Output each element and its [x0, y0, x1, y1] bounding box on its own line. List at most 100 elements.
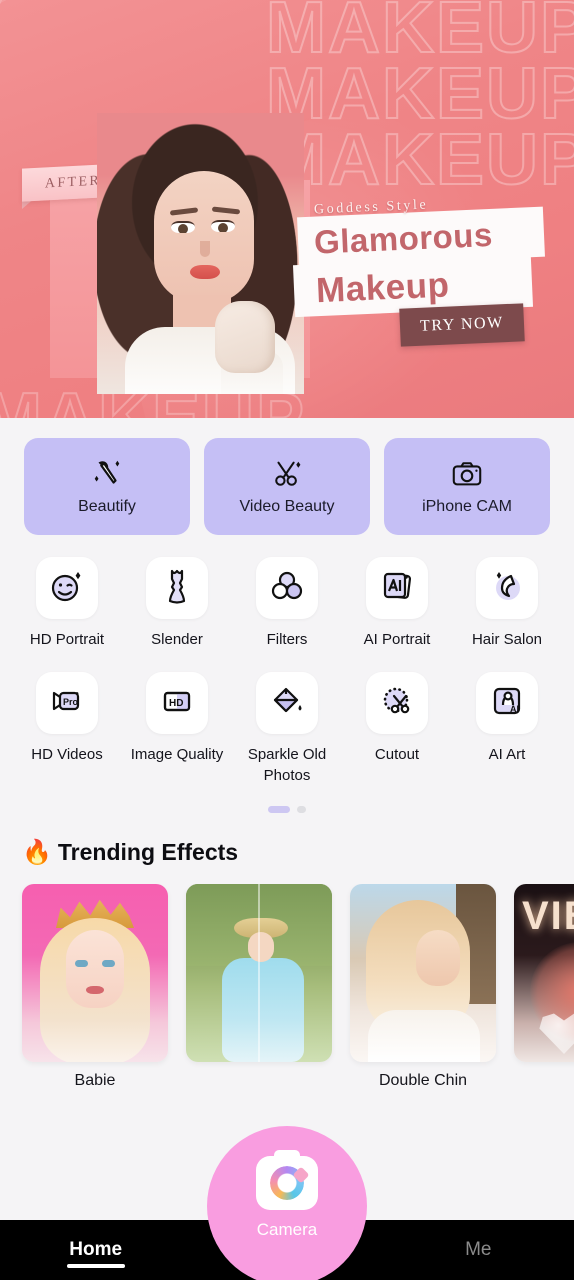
tool-ai-art[interactable]: AI AI Art: [452, 672, 562, 786]
pro-video-camera-icon: Pro: [47, 681, 87, 726]
model-face: [154, 171, 254, 303]
tool-tile[interactable]: [366, 672, 428, 734]
effect-card-babie[interactable]: Babie: [22, 884, 168, 1090]
dotted-scissors-icon: [377, 681, 417, 726]
hair-sparkle-icon: [487, 566, 527, 611]
tool-tile[interactable]: [36, 557, 98, 619]
tool-ai-portrait[interactable]: AI Portrait: [342, 557, 452, 650]
tool-tile[interactable]: [256, 557, 318, 619]
effect-label: Double Chin: [378, 1072, 468, 1089]
scissors-sparkle-icon: [268, 457, 306, 491]
tool-hair-salon[interactable]: Hair Salon: [452, 557, 562, 650]
camera-icon: [448, 457, 486, 491]
tool-cutout[interactable]: Cutout: [342, 672, 452, 786]
grid-page-indicator[interactable]: [0, 806, 574, 813]
tool-image-quality[interactable]: HD Image Quality: [122, 672, 232, 786]
tool-label: HD Portrait: [29, 631, 105, 648]
svg-text:AI: AI: [510, 704, 519, 714]
model-photo: [97, 113, 304, 394]
three-circles-icon: [267, 566, 307, 611]
svg-text:Pro: Pro: [63, 697, 79, 707]
tool-label: Hair Salon: [471, 631, 543, 648]
banner-watermark: MAKEUP: [265, 120, 574, 200]
lips-decor: [86, 986, 104, 994]
trending-effects-carousel[interactable]: Babie Double Chin VIB: [0, 884, 574, 1090]
hd-badge-icon: HD: [157, 681, 197, 726]
tool-label: HD Videos: [31, 746, 103, 763]
tool-tile[interactable]: AI: [476, 672, 538, 734]
effect-card-2[interactable]: [186, 884, 332, 1090]
tool-label: Sparkle Old Photos: [247, 746, 327, 784]
model-nose: [200, 241, 210, 257]
makeup-brush-icon: [88, 457, 126, 491]
tool-tile[interactable]: [476, 557, 538, 619]
tool-slender[interactable]: Slender: [122, 557, 232, 650]
action-card-video-beauty[interactable]: Video Beauty: [204, 438, 370, 535]
tool-grid-row-1: HD Portrait Slender Filters AI Portrait …: [0, 557, 574, 650]
main-content: Beautify Video Beauty iPhone CAM HD Port…: [0, 418, 574, 1090]
face-decor: [416, 930, 460, 986]
section-title: Trending Effects: [57, 839, 239, 865]
nav-active-indicator: [66, 1264, 125, 1268]
tool-label: Slender: [151, 631, 203, 648]
effect-card-cut[interactable]: VIB Cut: [514, 884, 574, 1090]
try-now-label: TRY NOW: [419, 314, 505, 335]
ai-portrait-frame-icon: AI: [487, 681, 527, 726]
model-lips: [190, 265, 220, 279]
trending-header: 🔥 Trending Effects: [0, 839, 574, 866]
tool-tile[interactable]: [256, 672, 318, 734]
effect-label: Babie: [74, 1072, 116, 1089]
tool-tile[interactable]: [366, 557, 428, 619]
headline-line-1: Glamorous: [313, 215, 494, 261]
headline-line-2: Makeup: [315, 264, 451, 310]
tool-hd-videos[interactable]: Pro HD Videos: [12, 672, 122, 786]
effect-card-double-chin[interactable]: Double Chin: [350, 884, 496, 1090]
tool-sparkle-old-photos[interactable]: Sparkle Old Photos: [232, 672, 342, 786]
primary-actions-row: Beautify Video Beauty iPhone CAM: [0, 418, 574, 535]
eye-decor: [75, 960, 88, 967]
camera-fab-label: Camera: [256, 1220, 318, 1239]
camera-gradient-icon: [256, 1150, 318, 1210]
tool-label: Filters: [266, 631, 308, 648]
vibe-text-decor: VIB: [522, 894, 574, 938]
try-now-button[interactable]: TRY NOW: [399, 303, 525, 347]
dress-icon: [157, 566, 197, 611]
effect-thumbnail: [350, 884, 496, 1062]
tool-tile[interactable]: [146, 557, 208, 619]
face-decor: [248, 932, 274, 962]
face-decor: [66, 930, 124, 1008]
model-eye-right: [211, 220, 235, 232]
effect-thumbnail: [22, 884, 168, 1062]
page-dot[interactable]: [297, 806, 306, 813]
action-card-label: iPhone CAM: [422, 498, 512, 515]
tool-label: Image Quality: [130, 746, 224, 763]
effect-label: Cut: [514, 1072, 574, 1090]
model-eye-left: [171, 221, 195, 233]
tool-label: AI Portrait: [363, 631, 431, 648]
tool-filters[interactable]: Filters: [232, 557, 342, 650]
tool-grid-row-2: Pro HD Videos HD Image Quality Sparkle O…: [0, 672, 574, 786]
eye-decor: [102, 960, 115, 967]
dress-decor: [222, 958, 304, 1062]
tool-label: Cutout: [374, 746, 420, 763]
effect-thumbnail: [186, 884, 332, 1062]
svg-text:HD: HD: [169, 698, 183, 709]
nav-item-home[interactable]: Home: [0, 1220, 191, 1280]
action-card-beautify[interactable]: Beautify: [24, 438, 190, 535]
nav-label: Me: [465, 1239, 492, 1260]
tool-hd-portrait[interactable]: HD Portrait: [12, 557, 122, 650]
promo-banner[interactable]: MAKEUP MAKEUP MAKEUP MAKEUP AFTER Goddes…: [0, 0, 574, 418]
tool-tile[interactable]: Pro: [36, 672, 98, 734]
nav-item-me[interactable]: Me: [383, 1220, 574, 1280]
split-line-decor: [258, 884, 260, 1062]
blouse-decor: [368, 1010, 480, 1062]
fire-icon: 🔥: [22, 838, 52, 866]
ai-photo-stack-icon: [377, 566, 417, 611]
tool-tile[interactable]: HD: [146, 672, 208, 734]
camera-fab-button[interactable]: Camera: [207, 1126, 367, 1280]
action-card-iphone-cam[interactable]: iPhone CAM: [384, 438, 550, 535]
after-tag-label: AFTER: [44, 173, 102, 191]
paint-bucket-icon: [267, 681, 307, 726]
page-dot-active[interactable]: [268, 806, 290, 813]
nav-label: Home: [69, 1239, 123, 1260]
